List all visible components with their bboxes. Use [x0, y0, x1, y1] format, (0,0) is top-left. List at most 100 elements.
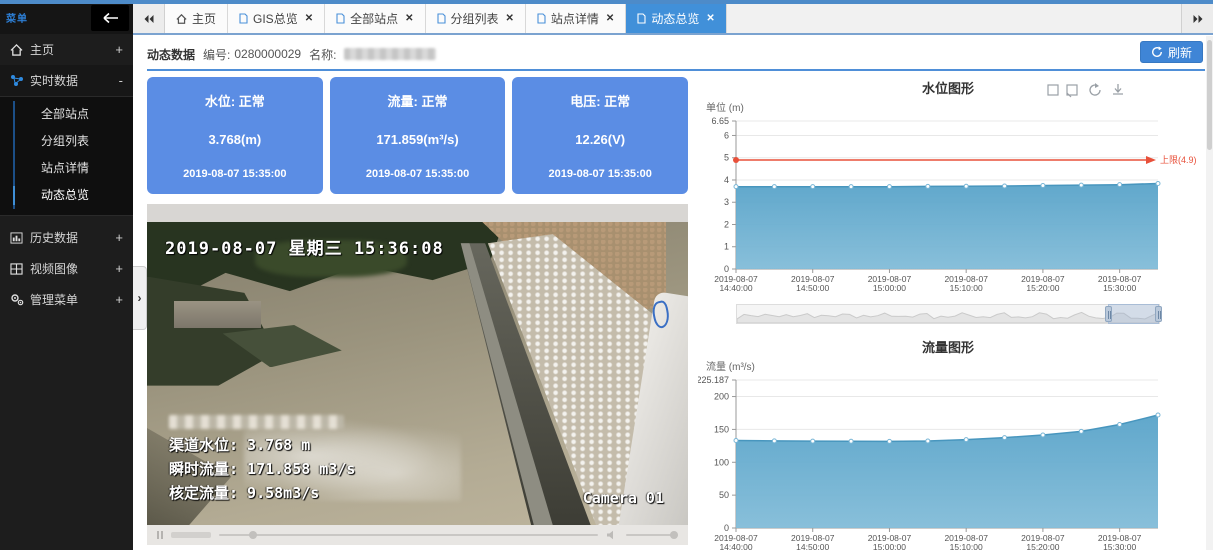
- gears-icon: [10, 293, 30, 306]
- camera-video-player[interactable]: 2019-08-07 星期三 15:36:08 渠道水位: 3.768 m 瞬时…: [147, 204, 688, 545]
- sidebar-collapse-button[interactable]: [91, 5, 129, 31]
- svg-text:150: 150: [714, 424, 729, 434]
- sidebar-item-realtime-data[interactable]: 实时数据 -: [0, 65, 133, 96]
- tab-close-icon[interactable]: ✕: [506, 13, 514, 24]
- home-icon: [176, 14, 187, 24]
- file-icon: [537, 13, 546, 24]
- station-code-label: 编号:: [203, 46, 230, 63]
- sidebar-item-label: 实时数据: [30, 72, 119, 89]
- content-header: 动态数据 编号: 0280000029 名称: 刷新: [147, 43, 1205, 65]
- svg-text:50: 50: [719, 490, 729, 500]
- svg-text:0: 0: [724, 264, 729, 274]
- tab-group-list[interactable]: 分组列表 ✕: [426, 4, 526, 33]
- tab-dynamic-overview[interactable]: 动态总览 ✕: [626, 4, 726, 33]
- tabs-scroll-right-button[interactable]: [1181, 4, 1213, 33]
- card-timestamp: 2019-08-07 15:35:00: [518, 168, 682, 180]
- flow-chart[interactable]: 流量图形流量 (m³/s)225.1872001501005002019-08-…: [698, 336, 1213, 550]
- tab-label: 动态总览: [651, 10, 699, 27]
- tab-all-stations[interactable]: 全部站点 ✕: [325, 4, 425, 33]
- file-icon: [437, 13, 446, 24]
- voltage-card[interactable]: 电压: 正常 12.26(V) 2019-08-07 15:35:00: [512, 77, 688, 194]
- nodes-icon: [10, 74, 30, 87]
- arrow-left-icon: [101, 12, 119, 24]
- svg-text:15:20:00: 15:20:00: [1026, 283, 1059, 293]
- tab-label: 站点详情: [551, 10, 599, 27]
- video-instant-flow-overlay: 瞬时流量: 171.858 m3/s: [169, 458, 355, 479]
- tab-label: GIS总览: [253, 10, 298, 27]
- page-title: 动态数据: [147, 46, 195, 63]
- status-cards: 水位: 正常 3.768(m) 2019-08-07 15:35:00 流量: …: [147, 77, 688, 194]
- right-column: 水位图形单位 (m)6.656543210上限(4.9)2019-08-0714…: [698, 77, 1213, 550]
- tab-close-icon[interactable]: ✕: [305, 13, 313, 24]
- svg-text:200: 200: [714, 392, 729, 402]
- sidebar-item-label: 历史数据: [30, 229, 115, 246]
- expand-plus-icon: +: [115, 230, 123, 245]
- station-code-value: 0280000029: [234, 47, 301, 61]
- sidebar-item-group-list[interactable]: 分组列表: [15, 128, 133, 155]
- expand-plus-icon: +: [115, 292, 123, 307]
- sidebar-item-all-stations[interactable]: 全部站点: [15, 101, 133, 128]
- refresh-icon: [1151, 46, 1163, 58]
- main-area: 主页 GIS总览 ✕ 全部站点 ✕ 分组列表 ✕ 站点详情 ✕: [133, 4, 1213, 550]
- video-time-text: [171, 532, 211, 538]
- sidebar-item-video-image[interactable]: 视频图像 +: [0, 253, 133, 284]
- file-icon: [239, 13, 248, 24]
- camera-label-overlay: Camera 01: [583, 489, 664, 507]
- sidebar-item-home[interactable]: 主页 +: [0, 34, 133, 65]
- svg-text:14:40:00: 14:40:00: [719, 283, 752, 293]
- left-column: 水位: 正常 3.768(m) 2019-08-07 15:35:00 流量: …: [147, 77, 688, 550]
- datazoom-handle[interactable]: [1155, 306, 1162, 322]
- dynamic-overview-page: 菜单 主页 + 实时数据 -: [0, 0, 1213, 550]
- sidebar-item-label: 视频图像: [30, 260, 115, 277]
- water-level-datazoom[interactable]: [736, 304, 1160, 324]
- datazoom-window[interactable]: [1108, 304, 1159, 324]
- volume-icon[interactable]: [606, 530, 618, 540]
- tabs-scroll-left-button[interactable]: [133, 4, 165, 33]
- water-level-card[interactable]: 水位: 正常 3.768(m) 2019-08-07 15:35:00: [147, 77, 323, 194]
- datazoom-handle[interactable]: [1105, 306, 1112, 322]
- station-name-redacted: [344, 48, 436, 60]
- svg-text:单位 (m): 单位 (m): [706, 101, 744, 114]
- svg-text:5: 5: [724, 153, 729, 163]
- pause-icon[interactable]: [157, 531, 163, 539]
- svg-text:3: 3: [724, 197, 729, 207]
- video-progress-slider[interactable]: [219, 534, 598, 536]
- volume-slider[interactable]: [626, 534, 678, 536]
- flow-card[interactable]: 流量: 正常 171.859(m³/s) 2019-08-07 15:35:00: [330, 77, 506, 194]
- svg-text:6.65: 6.65: [711, 116, 729, 126]
- sidebar-item-label: 主页: [30, 41, 115, 58]
- card-title: 水位: 正常: [153, 91, 317, 110]
- water-level-chart[interactable]: 水位图形单位 (m)6.656543210上限(4.9)2019-08-0714…: [698, 77, 1213, 304]
- sidebar-collapse-handle[interactable]: ›: [133, 266, 147, 330]
- video-rated-flow-overlay: 核定流量: 9.58m3/s: [169, 482, 319, 503]
- card-title: 电压: 正常: [518, 91, 682, 110]
- svg-text:6: 6: [724, 130, 729, 140]
- tab-label: 分组列表: [451, 10, 499, 27]
- svg-text:15:00:00: 15:00:00: [873, 283, 906, 293]
- page-scrollbar[interactable]: [1206, 36, 1213, 550]
- tab-station-detail[interactable]: 站点详情 ✕: [526, 4, 626, 33]
- refresh-button[interactable]: 刷新: [1140, 41, 1203, 63]
- svg-text:14:50:00: 14:50:00: [796, 283, 829, 293]
- tab-home[interactable]: 主页: [165, 4, 228, 33]
- tab-close-icon[interactable]: ✕: [706, 13, 714, 24]
- double-chevron-left-icon: [143, 14, 155, 24]
- card-timestamp: 2019-08-07 15:35:00: [336, 168, 500, 180]
- sidebar-item-dynamic-overview[interactable]: 动态总览: [15, 182, 133, 209]
- tab-close-icon[interactable]: ✕: [405, 13, 413, 24]
- svg-text:上限(4.9): 上限(4.9): [1160, 155, 1197, 165]
- sidebar-item-history-data[interactable]: 历史数据 +: [0, 222, 133, 253]
- file-icon: [336, 13, 345, 24]
- card-value: 12.26(V): [518, 132, 682, 147]
- tab-gis-overview[interactable]: GIS总览 ✕: [228, 4, 325, 33]
- video-station-name-redacted: [169, 415, 344, 429]
- svg-text:流量图形: 流量图形: [922, 340, 974, 355]
- masonry-wall: [174, 301, 261, 328]
- svg-text:15:10:00: 15:10:00: [950, 283, 983, 293]
- svg-text:15:30:00: 15:30:00: [1103, 542, 1136, 550]
- card-value: 3.768(m): [153, 132, 317, 147]
- sidebar: 菜单 主页 + 实时数据 -: [0, 0, 133, 550]
- sidebar-item-admin-menu[interactable]: 管理菜单 +: [0, 284, 133, 315]
- tab-close-icon[interactable]: ✕: [606, 13, 614, 24]
- sidebar-item-station-detail[interactable]: 站点详情: [15, 155, 133, 182]
